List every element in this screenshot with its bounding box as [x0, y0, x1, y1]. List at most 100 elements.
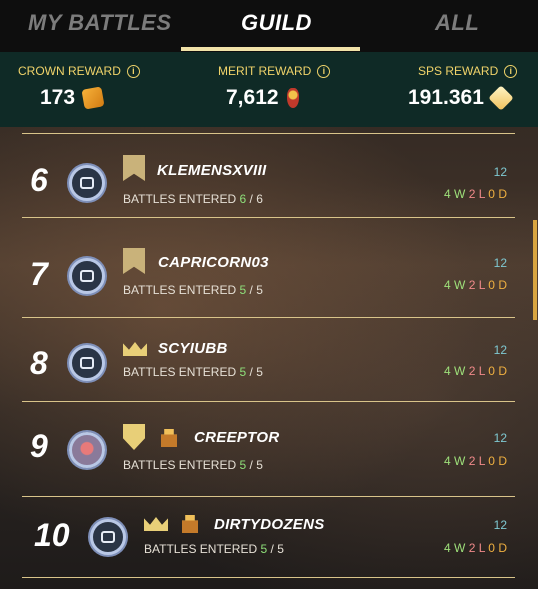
player-name[interactable]: CAPRICORN03	[158, 254, 269, 271]
merit-reward: MERIT REWARD i 7,612	[218, 64, 331, 110]
battles-entered: BATTLES ENTERED 5 / 5	[144, 542, 284, 556]
losses-suffix: L	[478, 364, 485, 378]
battles-entered: BATTLES ENTERED 5 / 5	[123, 283, 263, 297]
rank-number: 7	[30, 256, 48, 292]
win-loss-draw: 4 W 2 L 0 D	[444, 364, 507, 378]
tower-icon	[182, 515, 198, 533]
info-icon[interactable]: i	[126, 64, 140, 78]
reward-bar: CROWN REWARD i 173 MERIT REWARD i 7,612 SP…	[0, 52, 538, 127]
losses-suffix: L	[478, 454, 485, 468]
score: 12	[493, 165, 507, 179]
crown-reward-value: 173	[40, 86, 76, 109]
battles-entered-count: 5	[239, 365, 247, 379]
wins-suffix: W	[454, 454, 466, 468]
score: 12	[493, 343, 507, 357]
active-tab-indicator	[181, 47, 360, 51]
rank-number: 6	[30, 162, 48, 198]
sps-reward-value: 191.361	[408, 86, 484, 109]
wins-suffix: W	[454, 278, 466, 292]
win-loss-draw: 4 W 2 L 0 D	[444, 541, 507, 555]
player-avatar	[69, 345, 105, 381]
crown-icon	[123, 342, 147, 356]
tab-all[interactable]: ALL	[435, 10, 479, 36]
wins: 4	[443, 364, 451, 378]
player-avatar	[69, 432, 105, 468]
battles-entered-count: 5	[260, 542, 268, 556]
score: 12	[493, 431, 507, 445]
player-name[interactable]: SCYIUBB	[158, 340, 228, 357]
banner-icon	[123, 248, 145, 274]
battles-entered: BATTLES ENTERED 6 / 6	[123, 192, 263, 206]
battles-label: BATTLES ENTERED	[123, 192, 237, 206]
crown-reward: CROWN REWARD i 173	[18, 64, 140, 110]
tower-icon	[161, 429, 177, 447]
tab-bar: MY BATTLES GUILD ALL	[0, 0, 538, 52]
shield-icon	[123, 424, 145, 450]
wins: 4	[443, 278, 451, 292]
leaderboard-row[interactable]: 8 SCYIUBB BATTLES ENTERED 5 / 5 12 4 W 2…	[22, 317, 515, 402]
wins: 4	[443, 541, 451, 555]
draws: 0	[488, 541, 495, 555]
rank-number: 9	[30, 428, 48, 464]
battles-entered: BATTLES ENTERED 5 / 5	[123, 458, 263, 472]
draws-suffix: D	[498, 364, 507, 378]
info-icon[interactable]: i	[317, 64, 331, 78]
player-name[interactable]: KLEMENSXVIII	[157, 162, 266, 179]
crown-icon	[144, 517, 168, 531]
info-icon[interactable]: i	[504, 64, 518, 78]
sps-reward-label: SPS REWARD	[418, 64, 499, 78]
battles-total: 5	[256, 365, 263, 379]
losses-suffix: L	[478, 541, 485, 555]
win-loss-draw: 4 W 2 L 0 D	[444, 278, 507, 292]
draws: 0	[488, 278, 495, 292]
rank-number: 10	[34, 517, 70, 553]
crown-reward-label: CROWN REWARD	[18, 64, 121, 78]
battles-entered: BATTLES ENTERED 5 / 5	[123, 365, 263, 379]
draws-suffix: D	[498, 187, 507, 201]
tab-guild[interactable]: GUILD	[241, 10, 312, 36]
battles-total: 6	[256, 192, 263, 206]
battles-total: 5	[256, 283, 263, 297]
player-avatar	[69, 258, 105, 294]
score: 12	[493, 518, 507, 532]
sps-reward: SPS REWARD i 191.361	[408, 64, 518, 111]
win-loss-draw: 4 W 2 L 0 D	[444, 187, 507, 201]
wins-suffix: W	[454, 541, 466, 555]
battles-total: 5	[256, 458, 263, 472]
score: 12	[493, 256, 507, 270]
draws-suffix: D	[498, 541, 507, 555]
battles-entered-count: 6	[239, 192, 247, 206]
player-name[interactable]: CREEPTOR	[194, 429, 279, 446]
scrollbar[interactable]	[533, 220, 537, 320]
wins-suffix: W	[454, 187, 466, 201]
leaderboard-row[interactable]: 10 DIRTYDOZENS BATTLES ENTERED 5 / 5 12 …	[22, 496, 515, 578]
battles-label: BATTLES ENTERED	[123, 365, 237, 379]
wins: 4	[443, 187, 451, 201]
draws-suffix: D	[498, 278, 507, 292]
merit-reward-label: MERIT REWARD	[218, 64, 312, 78]
sps-token-icon	[488, 85, 514, 111]
merit-medal-icon	[286, 88, 299, 108]
losses-suffix: L	[478, 278, 485, 292]
player-name[interactable]: DIRTYDOZENS	[214, 516, 325, 533]
merit-reward-value: 7,612	[226, 86, 279, 109]
losses-suffix: L	[478, 187, 485, 201]
player-avatar	[90, 519, 126, 555]
leaderboard-row[interactable]: 9 CREEPTOR BATTLES ENTERED 5 / 5 12 4 W …	[22, 401, 515, 497]
battles-label: BATTLES ENTERED	[123, 458, 237, 472]
leaderboard-row[interactable]: 7 CAPRICORN03 BATTLES ENTERED 5 / 5 12 4…	[22, 217, 515, 318]
draws: 0	[488, 187, 495, 201]
draws: 0	[488, 364, 495, 378]
draws: 0	[488, 454, 495, 468]
battles-entered-count: 5	[239, 458, 247, 472]
rank-number: 8	[30, 345, 48, 381]
battles-label: BATTLES ENTERED	[123, 283, 237, 297]
tab-my-battles[interactable]: MY BATTLES	[28, 10, 172, 36]
wins: 4	[443, 454, 451, 468]
wins-suffix: W	[454, 364, 466, 378]
leaderboard-row[interactable]: 6 KLEMENSXVIII BATTLES ENTERED 6 / 6 12 …	[22, 133, 515, 218]
battles-total: 5	[277, 542, 284, 556]
battles-label: BATTLES ENTERED	[144, 542, 258, 556]
banner-icon	[123, 155, 145, 181]
crown-token-icon	[81, 86, 105, 110]
